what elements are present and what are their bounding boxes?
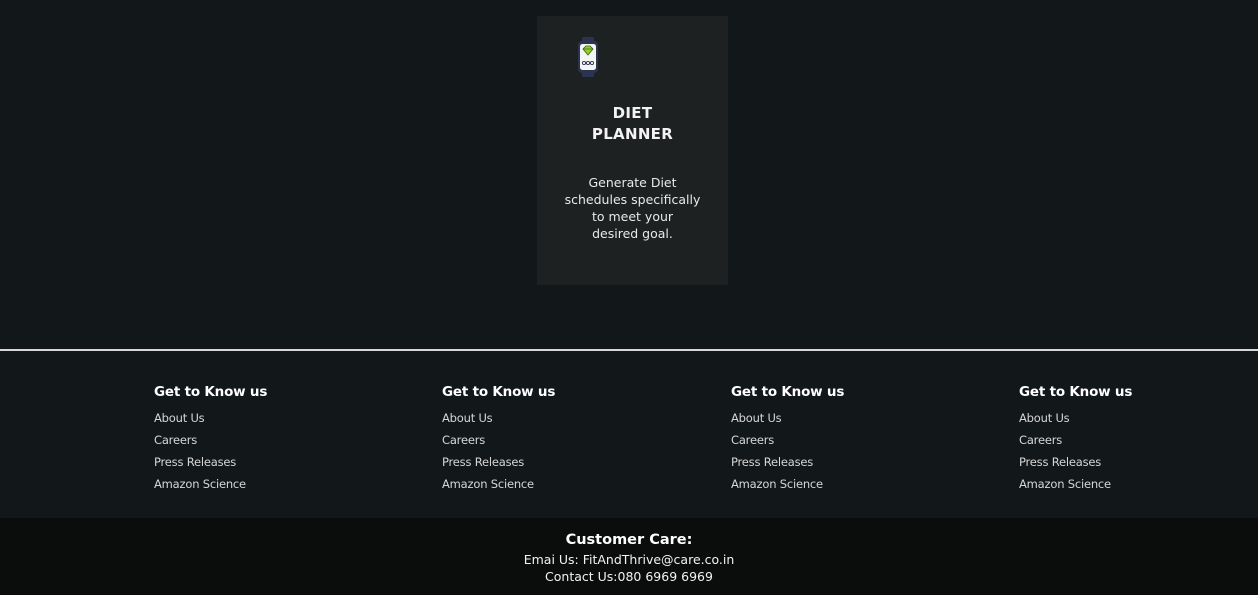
footer-link-careers[interactable]: Careers	[1019, 429, 1132, 451]
card-desc-line-3: to meet your	[591, 209, 674, 224]
footer-link-amazon-science[interactable]: Amazon Science	[731, 473, 844, 495]
footer-link-careers[interactable]: Careers	[442, 429, 555, 451]
customer-care-email[interactable]: Emai Us: FitAndThrive@care.co.in	[0, 551, 1258, 568]
footer-link-amazon-science[interactable]: Amazon Science	[442, 473, 555, 495]
footer-link-about-us[interactable]: About Us	[731, 407, 844, 429]
diet-planner-card[interactable]	[537, 16, 728, 285]
footer-column-1: Get to Know us About Us Careers Press Re…	[154, 383, 267, 495]
footer-heading: Get to Know us	[1019, 384, 1133, 400]
footer-link-amazon-science[interactable]: Amazon Science	[154, 473, 267, 495]
footer-heading: Get to Know us	[442, 384, 556, 400]
card-desc-line-1: Generate Diet	[588, 175, 677, 190]
footer-link-careers[interactable]: Careers	[731, 429, 844, 451]
customer-care-title: Customer Care:	[565, 532, 693, 548]
card-desc-line-2: schedules specifically	[564, 192, 701, 207]
footer-link-press-releases[interactable]: Press Releases	[442, 451, 555, 473]
footer-link-about-us[interactable]: About Us	[442, 407, 555, 429]
card-title-line-2: PLANNER	[591, 125, 674, 143]
features-section: DIET PLANNER Generate Diet schedules spe…	[0, 0, 1258, 349]
card-desc-line-4: desired goal.	[592, 226, 673, 241]
footer-column-3: Get to Know us About Us Careers Press Re…	[731, 383, 844, 495]
footer-column-2: Get to Know us About Us Careers Press Re…	[442, 383, 555, 495]
footer-heading: Get to Know us	[154, 384, 268, 400]
footer-heading: Get to Know us	[731, 384, 845, 400]
footer-link-press-releases[interactable]: Press Releases	[1019, 451, 1132, 473]
footer-link-about-us[interactable]: About Us	[154, 407, 267, 429]
footer: Get to Know us About Us Careers Press Re…	[0, 351, 1258, 518]
card-title-line-1: DIET	[612, 104, 653, 122]
footer-link-about-us[interactable]: About Us	[1019, 407, 1132, 429]
footer-link-press-releases[interactable]: Press Releases	[731, 451, 844, 473]
customer-care-bar: Customer Care: Emai Us: FitAndThrive@car…	[0, 518, 1258, 595]
footer-column-4: Get to Know us About Us Careers Press Re…	[1019, 383, 1132, 495]
smartwatch-icon	[578, 37, 598, 77]
customer-care-contact[interactable]: Contact Us:080 6969 6969	[0, 568, 1258, 585]
footer-link-press-releases[interactable]: Press Releases	[154, 451, 267, 473]
footer-link-amazon-science[interactable]: Amazon Science	[1019, 473, 1132, 495]
card-title: DIET PLANNER	[537, 103, 728, 145]
card-description: Generate Diet schedules specifically to …	[563, 174, 702, 242]
footer-link-careers[interactable]: Careers	[154, 429, 267, 451]
